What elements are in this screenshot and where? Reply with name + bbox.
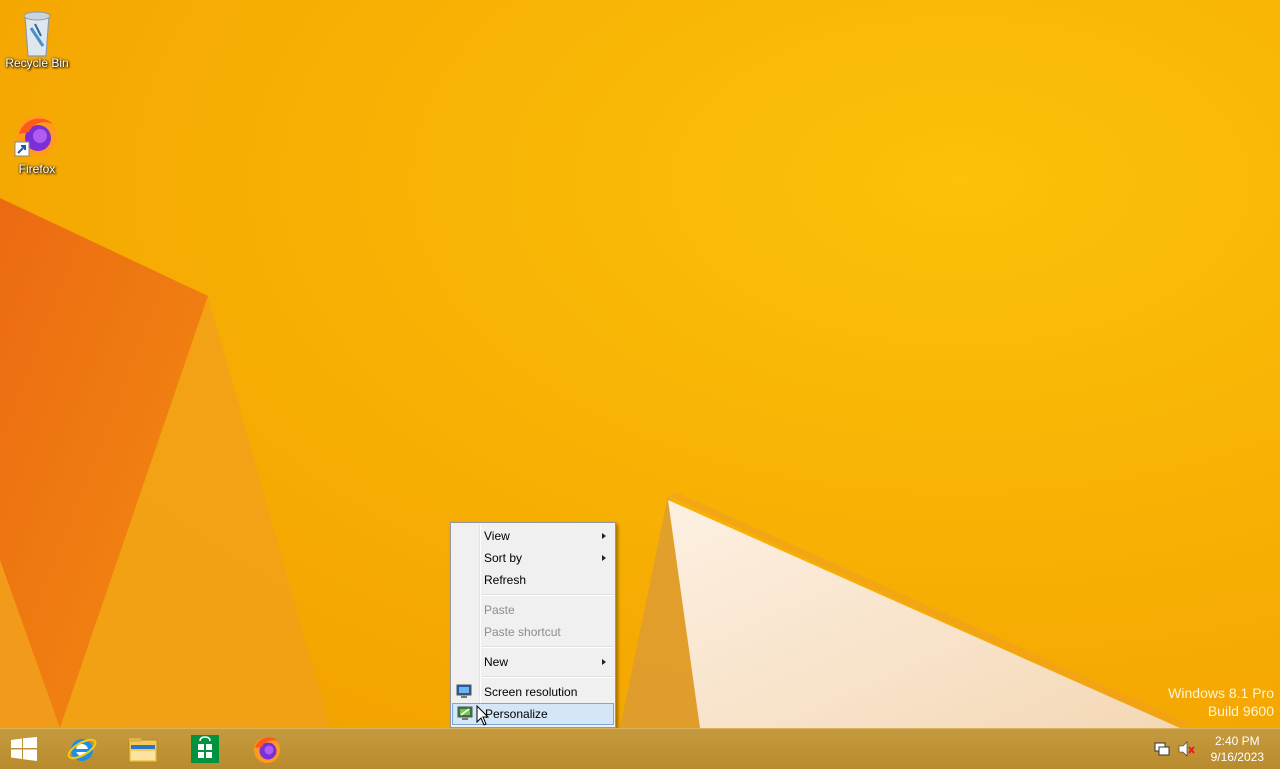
menu-item-label: Sort by	[484, 551, 523, 565]
firefox-icon	[13, 112, 61, 160]
desktop-icon-recycle-bin[interactable]: Recycle Bin	[0, 6, 74, 70]
monitor-icon	[456, 684, 472, 699]
desktop[interactable]: Recycle Bin Firefox Windows 8.1 Pro Buil…	[0, 0, 1280, 728]
network-icon[interactable]	[1153, 741, 1171, 757]
clock-time: 2:40 PM	[1214, 734, 1260, 748]
watermark-build: Build 9600	[1207, 703, 1274, 719]
menu-item-label: Personalize	[485, 707, 548, 721]
menu-item-label: Refresh	[484, 573, 527, 587]
desktop-icon-label: Recycle Bin	[5, 56, 69, 70]
menu-item-paste-shortcut[interactable]: Paste shortcut	[451, 621, 615, 643]
clock-date: 9/16/2023	[1210, 750, 1264, 764]
internet-explorer-icon	[66, 733, 98, 765]
recycle-bin-icon	[13, 6, 61, 57]
taskbar-clock[interactable]: 2:40 PM 9/16/2023	[1211, 733, 1264, 765]
submenu-arrow-icon	[602, 555, 606, 561]
personalize-icon	[457, 706, 473, 721]
desktop-icon-firefox[interactable]: Firefox	[0, 112, 74, 176]
taskbar-windows-store[interactable]	[175, 729, 235, 769]
submenu-arrow-icon	[602, 659, 606, 665]
mouse-cursor-icon	[476, 705, 490, 726]
menu-separator	[482, 676, 613, 678]
watermark-edition: Windows 8.1 Pro	[1168, 685, 1274, 701]
taskbar: 2:40 PM 9/16/2023	[0, 728, 1280, 769]
firefox-icon	[251, 733, 283, 765]
windows-store-icon	[189, 733, 221, 765]
menu-item-screen-resolution[interactable]: Screen resolution	[451, 681, 615, 703]
menu-item-label: Paste shortcut	[484, 625, 561, 639]
menu-item-sort-by[interactable]: Sort by	[451, 547, 615, 569]
start-windows-icon	[11, 737, 37, 763]
menu-item-label: View	[484, 529, 510, 543]
file-explorer-icon	[127, 733, 159, 765]
desktop-icon-label: Firefox	[18, 162, 56, 176]
menu-separator	[482, 594, 613, 596]
volume-muted-icon[interactable]	[1178, 741, 1196, 757]
taskbar-internet-explorer[interactable]	[52, 729, 112, 769]
submenu-arrow-icon	[602, 533, 606, 539]
menu-item-label: Screen resolution	[484, 685, 578, 699]
taskbar-firefox[interactable]	[237, 729, 297, 769]
menu-item-view[interactable]: View	[451, 525, 615, 547]
menu-item-label: Paste	[484, 603, 515, 617]
windows-watermark: Windows 8.1 Pro Build 9600	[1168, 684, 1274, 720]
desktop-context-menu: View Sort by Refresh Paste Paste shortcu…	[450, 522, 616, 728]
menu-item-label: New	[484, 655, 509, 669]
wallpaper	[0, 0, 1280, 728]
menu-item-refresh[interactable]: Refresh	[451, 569, 615, 591]
menu-item-paste[interactable]: Paste	[451, 599, 615, 621]
start-button[interactable]	[0, 729, 48, 769]
menu-item-new[interactable]: New	[451, 651, 615, 673]
menu-separator	[482, 646, 613, 648]
taskbar-file-explorer[interactable]	[113, 729, 173, 769]
